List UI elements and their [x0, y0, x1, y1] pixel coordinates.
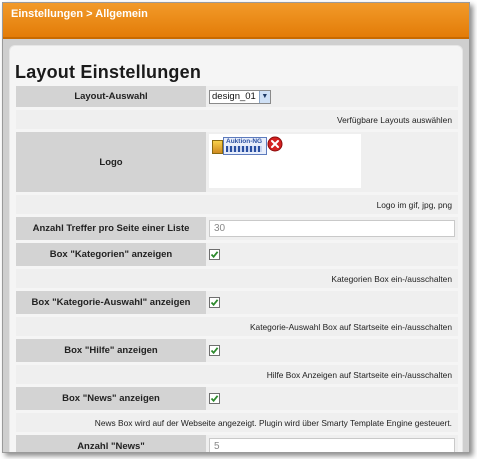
label-layout: Layout-Auswahl: [16, 86, 206, 107]
layout-select[interactable]: design_01 ▼: [209, 89, 271, 104]
help-checkbox[interactable]: [209, 345, 220, 356]
label-categories: Box "Kategorien" anzeigen: [16, 243, 206, 266]
settings-panel: Layout Einstellungen Layout-Auswahl desi…: [9, 45, 463, 452]
checkmark-icon: [210, 299, 219, 307]
row-logo: Logo Auktion-NG: [16, 132, 458, 192]
delete-x-icon[interactable]: [267, 136, 283, 152]
row-news-count: Anzahl "News" 5: [16, 435, 458, 452]
logo-preview: Auktion-NG: [209, 134, 361, 188]
chevron-down-icon[interactable]: ▼: [258, 90, 270, 103]
checkmark-icon: [210, 251, 219, 259]
value-logo: Auktion-NG: [206, 132, 458, 192]
value-category-select: [206, 291, 458, 314]
hint-category-select: Kategorie-Auswahl Box auf Startseite ein…: [16, 317, 458, 336]
label-news: Box "News" anzeigen: [16, 387, 206, 410]
row-categories: Box "Kategorien" anzeigen: [16, 243, 458, 266]
row-category-select: Box "Kategorie-Auswahl" anzeigen: [16, 291, 458, 314]
layout-select-value: design_01: [212, 91, 256, 102]
hint-layout: Verfügbare Layouts auswählen: [16, 110, 458, 129]
label-category-select: Box "Kategorie-Auswahl" anzeigen: [16, 291, 206, 314]
value-hits: 30: [206, 217, 458, 240]
label-help: Box "Hilfe" anzeigen: [16, 339, 206, 362]
hint-help: Hilfe Box Anzeigen auf Startseite ein-/a…: [16, 365, 458, 384]
settings-grid: Layout-Auswahl design_01 ▼ Verfügbare La…: [16, 86, 458, 452]
row-help: Box "Hilfe" anzeigen: [16, 339, 458, 362]
checkmark-icon: [210, 395, 219, 403]
news-checkbox[interactable]: [209, 393, 220, 404]
row-hits: Anzahl Treffer pro Seite einer Liste 30: [16, 217, 458, 240]
category-select-checkbox[interactable]: [209, 297, 220, 308]
row-news: Box "News" anzeigen: [16, 387, 458, 410]
header-bar: Einstellungen > Allgemein: [3, 3, 469, 39]
value-layout: design_01 ▼: [206, 86, 458, 107]
label-logo: Logo: [16, 132, 206, 192]
value-news-count: 5: [206, 435, 458, 452]
app-window: Einstellungen > Allgemein Layout Einstel…: [2, 2, 470, 453]
news-count-input[interactable]: 5: [209, 438, 455, 452]
hint-logo: Logo im gif, jpg, png: [16, 195, 458, 214]
row-layout: Layout-Auswahl design_01 ▼: [16, 86, 458, 107]
logo-image-text: Auktion-NG: [226, 138, 263, 145]
hits-per-page-input[interactable]: 30: [209, 220, 455, 237]
breadcrumb: Einstellungen > Allgemein: [11, 8, 148, 20]
hint-categories: Kategorien Box ein-/ausschalten: [16, 269, 458, 288]
page-title: Layout Einstellungen: [15, 62, 202, 82]
hint-news: News Box wird auf der Webseite angezeigt…: [16, 413, 458, 432]
value-help: [206, 339, 458, 362]
label-news-count: Anzahl "News": [16, 435, 206, 452]
checkmark-icon: [210, 347, 219, 355]
label-hits: Anzahl Treffer pro Seite einer Liste: [16, 217, 206, 240]
file-icon: [212, 140, 223, 154]
value-categories: [206, 243, 458, 266]
logo-image: Auktion-NG: [223, 137, 267, 155]
categories-checkbox[interactable]: [209, 249, 220, 260]
value-news: [206, 387, 458, 410]
logo-image-stripe: [226, 146, 262, 152]
